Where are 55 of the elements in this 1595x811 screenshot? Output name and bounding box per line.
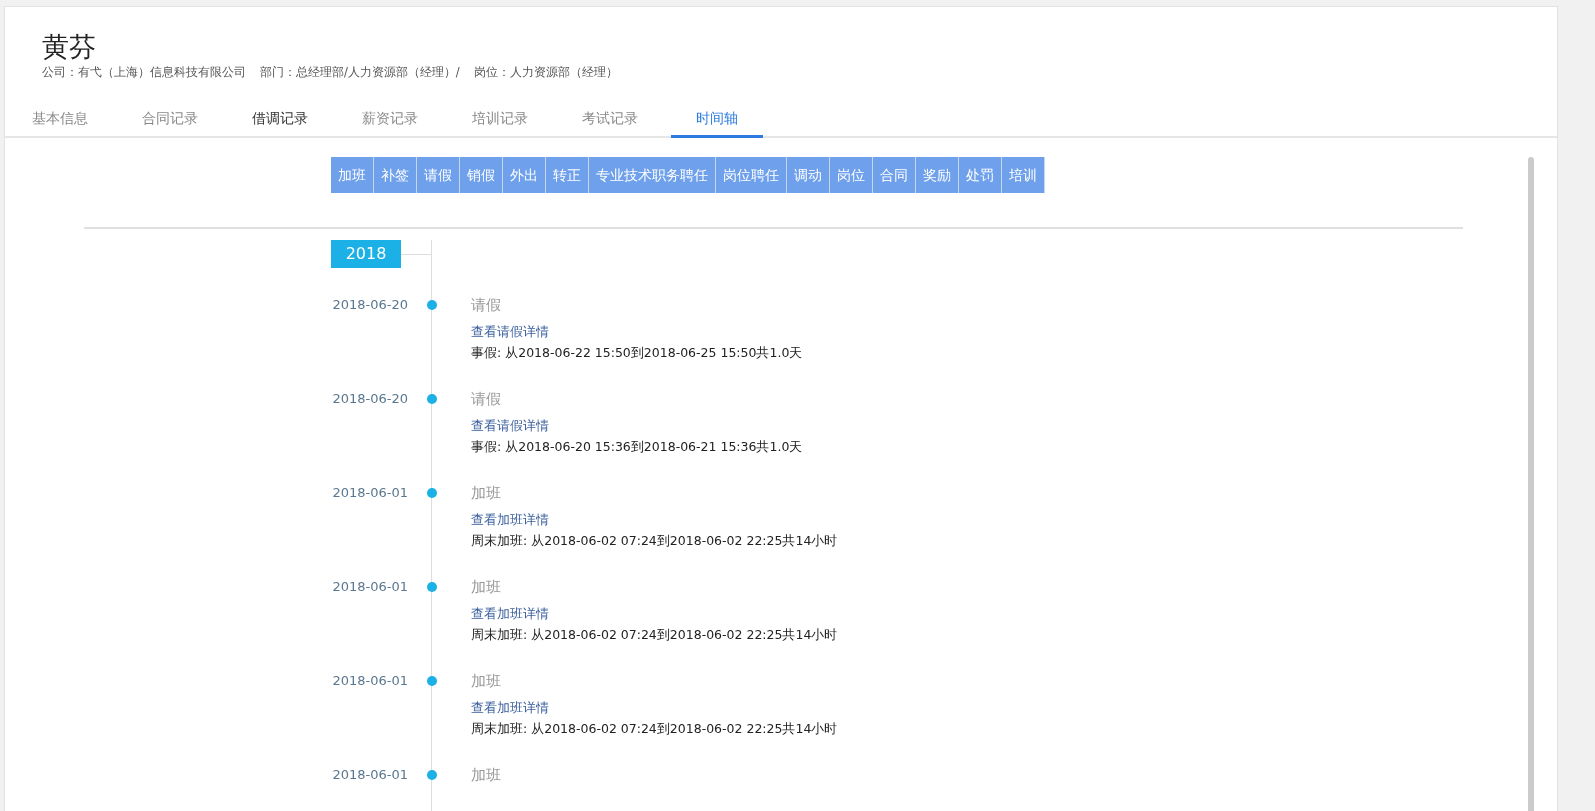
event-date: 2018-06-20 (331, 296, 408, 314)
details-link[interactable]: 查看加班详情 (471, 510, 838, 530)
event-type: 加班 (471, 766, 501, 785)
year-badge: 2018 (331, 240, 401, 268)
event-type: 加班 (471, 672, 502, 691)
details-link[interactable]: 查看请假详情 (471, 322, 803, 342)
filter-button[interactable]: 奖励 (916, 157, 959, 193)
filter-button[interactable]: 调动 (787, 157, 830, 193)
filter-button[interactable]: 加班 (331, 157, 374, 193)
tab[interactable]: 薪资记录 (335, 102, 445, 138)
event-detail: 周末加班: 从2018-06-02 07:24到2018-06-02 22:25共14小时 (471, 720, 838, 738)
timeline-dot (426, 582, 437, 592)
event-detail: 事假: 从2018-06-22 15:50到2018-06-25 15:50共1.0天 (471, 344, 803, 362)
timeline-dot (426, 394, 437, 404)
company-label: 公司：有弋（上海）信息科技有限公司 (42, 65, 246, 80)
tab[interactable]: 时间轴 (671, 102, 763, 138)
tab[interactable]: 考试记录 (555, 102, 665, 138)
event-date: 2018-06-01 (331, 578, 408, 596)
event-type: 加班 (471, 578, 502, 597)
event-type: 加班 (471, 484, 502, 503)
tab[interactable]: 借调记录 (225, 102, 335, 138)
event-date: 2018-06-01 (331, 672, 408, 690)
filter-button[interactable]: 请假 (417, 157, 460, 193)
event-date: 2018-06-20 (331, 390, 408, 408)
timeline-dot (426, 770, 437, 780)
timeline-dot (426, 300, 437, 310)
filter-button[interactable]: 转正 (546, 157, 589, 193)
timeline-dot (426, 676, 437, 686)
details-link[interactable]: 查看请假详情 (471, 416, 803, 436)
filter-button[interactable]: 合同 (873, 157, 916, 193)
tab[interactable]: 培训记录 (445, 102, 555, 138)
filter-button[interactable]: 岗位聘任 (716, 157, 787, 193)
event-detail: 事假: 从2018-06-20 15:36到2018-06-21 15:36共1.0天 (471, 438, 803, 456)
scrollbar[interactable] (1528, 157, 1534, 811)
employee-name: 黄芬 (42, 30, 97, 64)
filter-button[interactable]: 专业技术职务聘任 (589, 157, 716, 193)
filter-button[interactable]: 补签 (374, 157, 417, 193)
event-date: 2018-06-01 (331, 766, 408, 784)
tab[interactable]: 基本信息 (5, 102, 115, 138)
department-label: 部门：总经理部/人力资源部（经理）/ (260, 65, 460, 80)
position-label: 岗位：人力资源部（经理） (473, 65, 618, 80)
details-link[interactable]: 查看加班详情 (471, 604, 838, 624)
event-type: 请假 (471, 390, 502, 409)
event-type: 请假 (471, 296, 502, 315)
filter-button[interactable]: 培训 (1002, 157, 1045, 193)
filter-button[interactable]: 外出 (503, 157, 546, 193)
event-date: 2018-06-01 (331, 484, 408, 502)
event-detail: 周末加班: 从2018-06-02 07:24到2018-06-02 22:25共14小时 (471, 626, 838, 644)
event-detail: 周末加班: 从2018-06-02 07:24到2018-06-02 22:25共14小时 (471, 532, 838, 550)
details-link[interactable]: 查看加班详情 (471, 698, 838, 718)
timeline-dot (426, 488, 437, 498)
filter-button[interactable]: 岗位 (830, 157, 873, 193)
filter-button[interactable]: 销假 (460, 157, 503, 193)
filter-button[interactable]: 处罚 (959, 157, 1002, 193)
tab[interactable]: 合同记录 (115, 102, 225, 138)
